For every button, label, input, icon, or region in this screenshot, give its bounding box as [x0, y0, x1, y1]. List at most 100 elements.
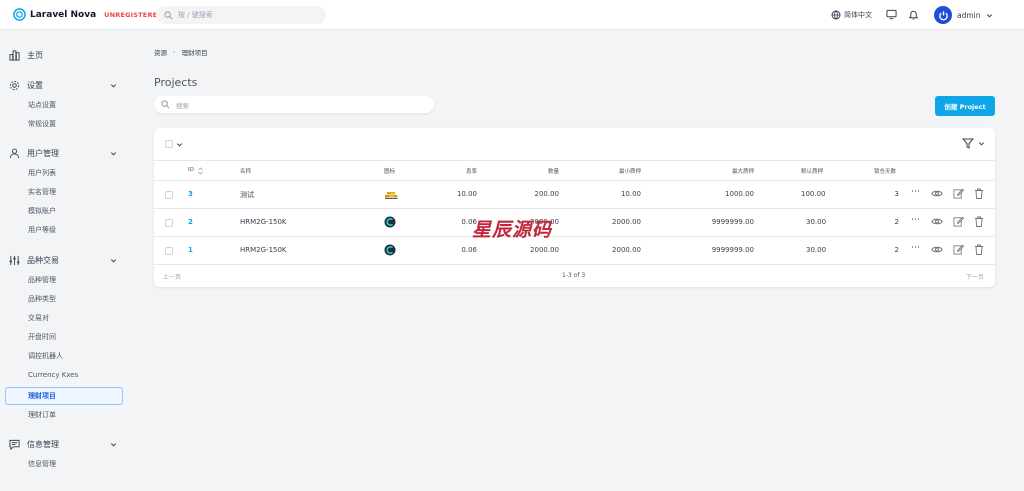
monitor-icon[interactable] [886, 9, 897, 20]
trash-icon[interactable] [974, 244, 984, 255]
breadcrumb-item[interactable]: 资源 [154, 47, 167, 57]
row-min: 2000.00 [612, 218, 641, 226]
edit-icon[interactable] [953, 244, 964, 255]
column-header-min: 最小质押 [618, 169, 641, 175]
pagination-prev[interactable]: 上一页 [163, 272, 181, 281]
row-name: HRM2G-150K [240, 218, 287, 226]
sliders-icon [9, 255, 20, 266]
sidebar-item[interactable]: 用户等级 [28, 225, 56, 235]
language-label: 简体中文 [844, 11, 872, 19]
breadcrumb-separator: › [173, 48, 176, 56]
row-quantity: 2000.00 [530, 246, 559, 254]
column-header-default: 默认质押 [801, 169, 824, 175]
sidebar-section-settings[interactable]: 设置 [9, 80, 123, 91]
sidebar-item[interactable]: 用户列表 [28, 168, 56, 178]
row-id-link[interactable]: 1 [188, 246, 193, 254]
sort-icon [198, 167, 203, 175]
more-icon[interactable]: ⋯ [911, 215, 920, 225]
brand[interactable]: Laravel Nova UNREGISTERED [13, 8, 163, 21]
table-divider [154, 236, 995, 237]
sidebar-section-messages[interactable]: 信息管理 [9, 439, 123, 450]
row-checkbox[interactable] [165, 191, 173, 199]
row-min: 10.00 [620, 190, 641, 198]
table-divider [154, 208, 995, 209]
sidebar-item[interactable]: 开盘时间 [28, 332, 56, 342]
more-icon[interactable]: ⋯ [911, 243, 920, 253]
sidebar: 主页 设置 站点设置 常规设置 用户管理 用户列表 实名管理 模拟账户 用户等级… [0, 30, 140, 491]
sidebar-item[interactable]: 调控机器人 [28, 351, 63, 361]
row-max: 9999999.00 [711, 218, 754, 226]
edit-icon[interactable] [953, 188, 964, 199]
sidebar-item[interactable]: Currency Kxes [28, 371, 78, 379]
column-header-icon: 图标 [384, 169, 396, 175]
filter-icon [962, 138, 974, 149]
chevron-down-icon [986, 13, 992, 18]
bell-icon[interactable] [908, 9, 919, 20]
row-rate: 0.06 [461, 246, 477, 254]
more-icon[interactable]: ⋯ [911, 187, 920, 197]
sidebar-item[interactable]: 理财订单 [28, 410, 56, 420]
row-name: HRM2G-150K [240, 246, 287, 254]
sidebar-item-active[interactable]: 理财项目 [5, 387, 123, 405]
gold-icon [385, 192, 398, 199]
chevron-down-icon [110, 152, 117, 156]
column-header-rate: 息率 [465, 169, 477, 175]
eye-icon[interactable] [931, 217, 943, 226]
row-days: 3 [894, 190, 899, 198]
trash-icon[interactable] [974, 216, 984, 227]
trash-icon[interactable] [974, 188, 984, 199]
row-default: 30.00 [806, 246, 827, 254]
sidebar-item[interactable]: 站点设置 [28, 100, 56, 110]
row-quantity: 200.00 [534, 190, 560, 198]
eye-icon[interactable] [931, 245, 943, 254]
user-menu[interactable]: admin [934, 6, 993, 24]
select-all-checkbox[interactable] [165, 140, 173, 148]
breadcrumb: 资源 › 理财项目 [154, 47, 208, 57]
table-divider [154, 180, 995, 181]
sidebar-item[interactable]: 品种管理 [28, 275, 56, 285]
gear-icon [9, 80, 20, 91]
table-divider [154, 160, 995, 161]
column-header-max: 最大质押 [731, 169, 754, 175]
sidebar-item[interactable]: 品种类型 [28, 294, 56, 304]
edit-icon[interactable] [953, 216, 964, 227]
chevron-down-icon [110, 443, 117, 447]
search-icon [164, 10, 173, 19]
sidebar-item[interactable]: 常规设置 [28, 119, 56, 129]
create-project-button[interactable]: 创建 Project [935, 96, 995, 116]
chat-icon [9, 439, 20, 450]
resource-search-input[interactable]: 搜索 [154, 96, 434, 113]
sidebar-item[interactable]: 信息管理 [28, 459, 56, 469]
sidebar-item[interactable]: 实名管理 [28, 187, 56, 197]
language-switcher[interactable]: 简体中文 [831, 10, 872, 20]
chevron-down-icon [110, 84, 117, 88]
filter-dropdown[interactable] [962, 138, 985, 149]
watermark-text: 星辰源码 [472, 219, 553, 241]
pagination-next[interactable]: 下一页 [966, 272, 984, 281]
sidebar-section-trading[interactable]: 品种交易 [9, 255, 123, 266]
power-icon [938, 10, 948, 20]
row-id-link[interactable]: 2 [188, 218, 193, 226]
global-search-input[interactable]: 按 / 键搜索 [156, 6, 326, 24]
sidebar-section-users[interactable]: 用户管理 [9, 148, 123, 159]
avatar [934, 6, 952, 24]
column-header-id[interactable]: ID [188, 167, 203, 175]
sidebar-section-label: 信息管理 [27, 440, 59, 449]
sidebar-item[interactable]: 交易对 [28, 313, 49, 323]
row-checkbox[interactable] [165, 247, 173, 255]
sidebar-section-label: 设置 [27, 81, 43, 90]
row-days: 2 [894, 218, 899, 226]
sidebar-item[interactable]: 模拟账户 [28, 206, 56, 216]
table-divider [154, 264, 995, 265]
sidebar-section-home[interactable]: 主页 [9, 50, 123, 61]
coin-icon [384, 244, 396, 256]
coin-icon [384, 216, 396, 228]
column-header-name: 名称 [240, 169, 252, 175]
chevron-down-icon [978, 142, 985, 146]
row-days: 2 [894, 246, 899, 254]
top-bar: Laravel Nova UNREGISTERED 按 / 键搜索 简体中文 a… [0, 0, 1024, 30]
row-checkbox[interactable] [165, 219, 173, 227]
row-id-link[interactable]: 3 [188, 190, 193, 198]
select-all-dropdown[interactable] [165, 140, 183, 148]
eye-icon[interactable] [931, 189, 943, 198]
